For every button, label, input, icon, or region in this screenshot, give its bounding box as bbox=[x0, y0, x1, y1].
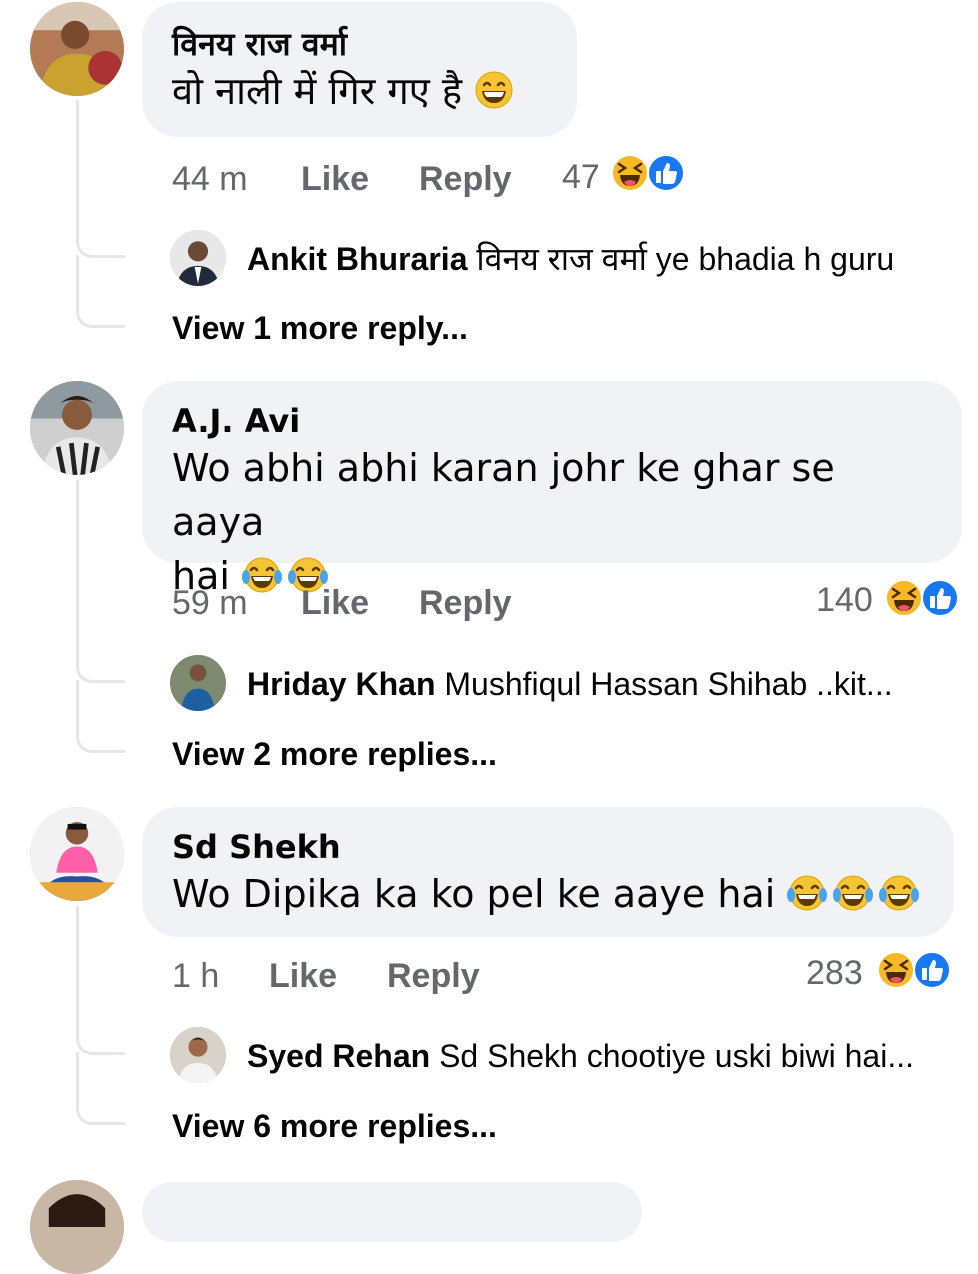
tears-of-joy-icon bbox=[833, 873, 873, 913]
comment-author[interactable]: विनय राज वर्मा bbox=[172, 24, 547, 64]
thread-line bbox=[76, 906, 79, 1026]
thread-connector bbox=[76, 640, 125, 683]
haha-icon bbox=[876, 950, 916, 990]
reply-preview[interactable]: Ankit Bhuraria विनय राज वर्मा ye bhadia … bbox=[247, 239, 894, 279]
like-button[interactable]: Like bbox=[301, 584, 369, 623]
like-button[interactable]: Like bbox=[269, 957, 337, 996]
tears-of-joy-icon bbox=[879, 873, 919, 913]
thread-connector bbox=[76, 1012, 125, 1055]
comment-author[interactable]: A.J. Avi bbox=[172, 401, 932, 441]
like-icon bbox=[912, 950, 952, 990]
reaction-count[interactable]: 140 bbox=[816, 581, 873, 620]
thread-connector bbox=[76, 255, 125, 328]
reply-button[interactable]: Reply bbox=[419, 160, 512, 199]
reply-author[interactable]: Syed Rehan bbox=[247, 1038, 430, 1074]
reply-avatar[interactable] bbox=[170, 230, 226, 286]
grinning-face-icon bbox=[474, 70, 514, 110]
haha-icon bbox=[884, 578, 924, 618]
avatar[interactable] bbox=[30, 807, 124, 901]
view-more-replies-link[interactable]: View 6 more replies... bbox=[172, 1108, 497, 1145]
reply-avatar[interactable] bbox=[170, 655, 226, 711]
comment-bubble: विनय राज वर्मा वो नाली में गिर गए है bbox=[142, 2, 577, 137]
thread-connector bbox=[76, 1052, 125, 1125]
reply-text: विनय राज वर्मा ye bhadia h guru bbox=[476, 241, 895, 277]
avatar[interactable] bbox=[30, 1180, 124, 1274]
comment-text: Wo Dipika ka ko pel ke aaye hai bbox=[172, 867, 924, 921]
reply-preview[interactable]: Hriday Khan Mushfiqul Hassan Shihab ..ki… bbox=[247, 664, 893, 704]
like-icon bbox=[646, 153, 686, 193]
comment-bubble: A.J. Avi Wo abhi abhi karan johr ke ghar… bbox=[142, 381, 962, 598]
comment-author[interactable]: Sd Shekh bbox=[172, 827, 924, 867]
avatar[interactable] bbox=[30, 2, 124, 96]
reaction-count[interactable]: 283 bbox=[806, 954, 863, 993]
comment-text: Wo abhi abhi karan johr ke ghar se aaya … bbox=[172, 446, 835, 598]
view-more-replies-link[interactable]: View 2 more replies... bbox=[172, 736, 497, 773]
thread-connector bbox=[76, 215, 125, 258]
view-more-replies-link[interactable]: View 1 more reply... bbox=[172, 310, 468, 347]
avatar[interactable] bbox=[30, 381, 124, 475]
reply-avatar[interactable] bbox=[170, 1027, 226, 1083]
thread-line bbox=[76, 100, 79, 230]
reactions[interactable] bbox=[884, 578, 960, 622]
comment-text: वो नाली में गिर गए है bbox=[172, 64, 547, 118]
thread-connector bbox=[76, 680, 125, 753]
reaction-count[interactable]: 47 bbox=[562, 158, 600, 197]
like-icon bbox=[920, 578, 960, 618]
reply-author[interactable]: Ankit Bhuraria bbox=[247, 241, 467, 277]
thread-line bbox=[76, 480, 79, 655]
reply-author[interactable]: Hriday Khan bbox=[247, 666, 435, 702]
comment-bubble bbox=[142, 1182, 642, 1242]
comment-timestamp[interactable]: 59 m bbox=[172, 584, 248, 623]
comment-timestamp[interactable]: 1 h bbox=[172, 957, 219, 996]
reactions[interactable] bbox=[876, 950, 952, 994]
reactions[interactable] bbox=[610, 153, 686, 197]
comment-bubble: Sd Shekh Wo Dipika ka ko pel ke aaye hai bbox=[142, 807, 954, 937]
tears-of-joy-icon bbox=[242, 555, 282, 595]
reply-preview[interactable]: Syed Rehan Sd Shekh chootiye uski biwi h… bbox=[247, 1036, 914, 1076]
like-button[interactable]: Like bbox=[301, 160, 369, 199]
tears-of-joy-icon bbox=[787, 873, 827, 913]
reply-button[interactable]: Reply bbox=[419, 584, 512, 623]
reply-button[interactable]: Reply bbox=[387, 957, 480, 996]
haha-icon bbox=[610, 153, 650, 193]
reply-text: Mushfiqul Hassan Shihab ..kit... bbox=[444, 666, 893, 702]
reply-text: Sd Shekh chootiye uski biwi hai... bbox=[439, 1038, 914, 1074]
comment-timestamp[interactable]: 44 m bbox=[172, 160, 248, 199]
